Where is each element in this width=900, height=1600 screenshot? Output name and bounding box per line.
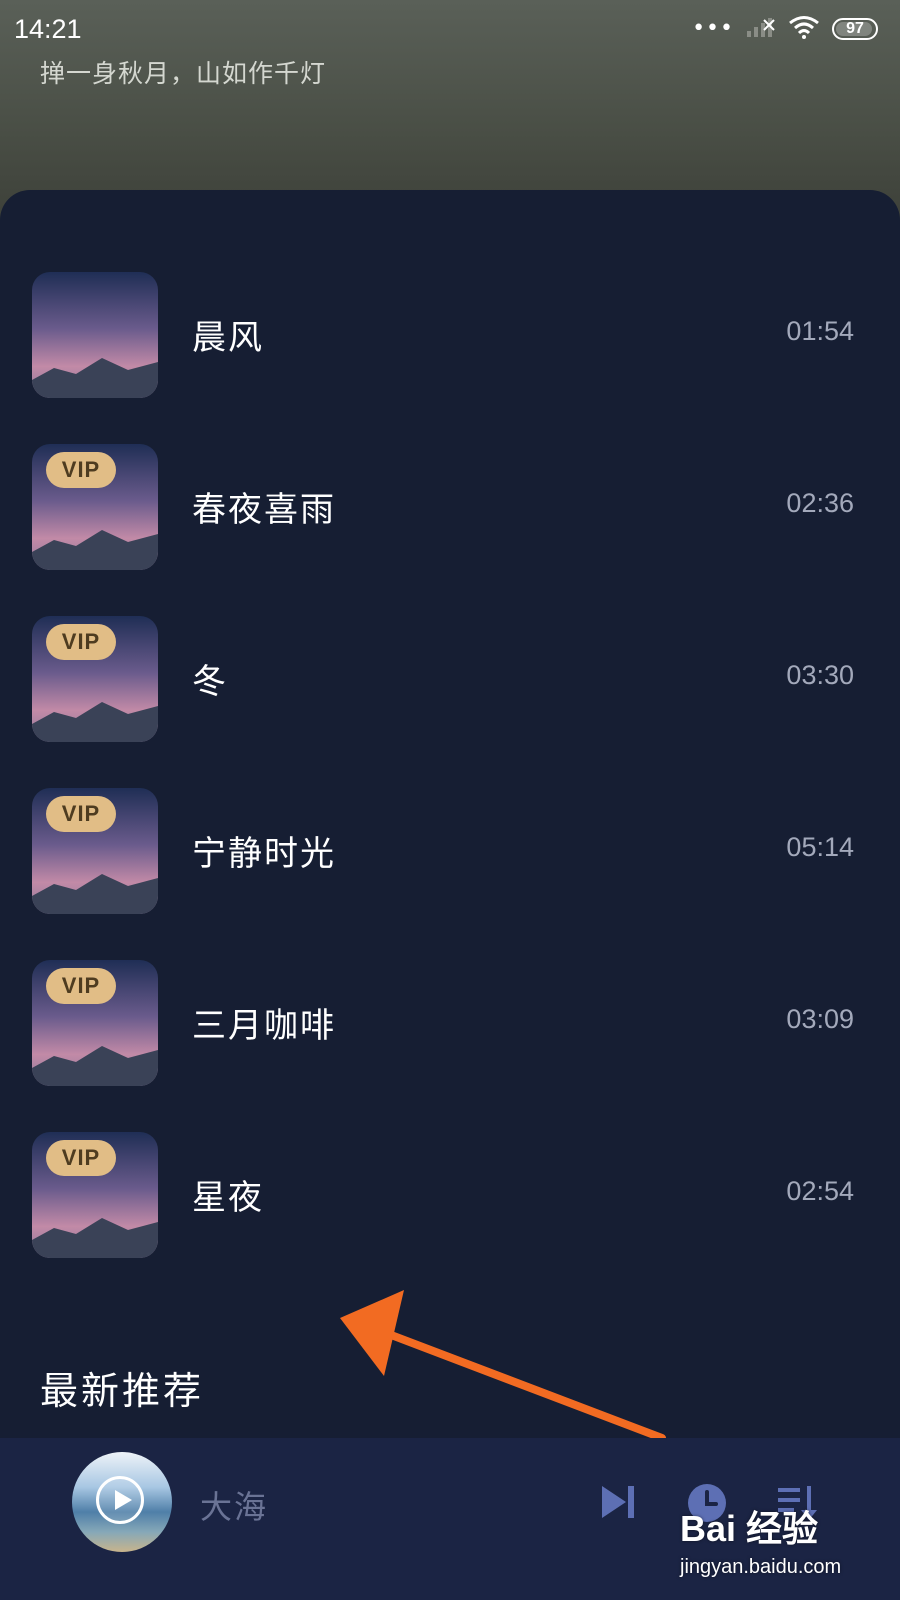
track-row[interactable]: VIP 星夜 02:54 xyxy=(0,1132,900,1262)
next-track-icon[interactable] xyxy=(598,1482,638,1526)
track-duration: 02:36 xyxy=(786,488,854,518)
track-title: 宁静时光 xyxy=(192,834,336,874)
status-icons: ••• 97 xyxy=(692,14,878,44)
track-duration: 01:54 xyxy=(786,316,854,346)
vip-badge: VIP xyxy=(46,624,116,660)
track-row[interactable]: 晨风 01:54 xyxy=(0,272,900,402)
track-title: 晨风 xyxy=(192,318,264,358)
vip-badge: VIP xyxy=(46,796,116,832)
vip-badge: VIP xyxy=(46,1140,116,1176)
status-bar: 14:21 ••• 97 xyxy=(0,0,900,60)
track-duration: 03:09 xyxy=(786,1004,854,1034)
battery-level: 97 xyxy=(846,20,864,37)
vip-badge: VIP xyxy=(46,968,116,1004)
section-heading-latest: 最新推荐 xyxy=(40,1369,205,1413)
track-row[interactable]: VIP 冬 03:30 xyxy=(0,616,900,746)
track-title: 三月咖啡 xyxy=(192,1006,336,1046)
track-duration: 03:30 xyxy=(786,660,854,690)
track-duration: 02:54 xyxy=(786,1176,854,1206)
track-duration: 05:14 xyxy=(786,832,854,862)
signal-dots-icon: ••• xyxy=(692,16,734,41)
play-button[interactable] xyxy=(96,1476,144,1524)
track-title: 冬 xyxy=(192,662,228,702)
baidu-watermark: Bai 经验 jingyan.baidu.com xyxy=(680,1500,880,1595)
player-track-title: 大海 xyxy=(200,1488,269,1526)
wifi-icon xyxy=(788,15,820,43)
watermark-brand: Bai 经验 xyxy=(680,1508,819,1549)
vip-badge: VIP xyxy=(46,452,116,488)
track-title: 春夜喜雨 xyxy=(192,490,336,530)
header-subtitle: 掸一身秋月，山如作千灯 xyxy=(40,59,327,88)
status-time: 14:21 xyxy=(14,14,82,44)
track-title: 星夜 xyxy=(192,1178,264,1218)
track-row[interactable]: VIP 宁静时光 05:14 xyxy=(0,788,900,918)
signal-bars-icon xyxy=(746,16,776,42)
track-row[interactable]: VIP 春夜喜雨 02:36 xyxy=(0,444,900,574)
battery-icon: 97 xyxy=(832,18,878,40)
track-cover xyxy=(32,272,158,398)
track-row[interactable]: VIP 三月咖啡 03:09 xyxy=(0,960,900,1090)
watermark-url: jingyan.baidu.com xyxy=(680,1556,842,1578)
